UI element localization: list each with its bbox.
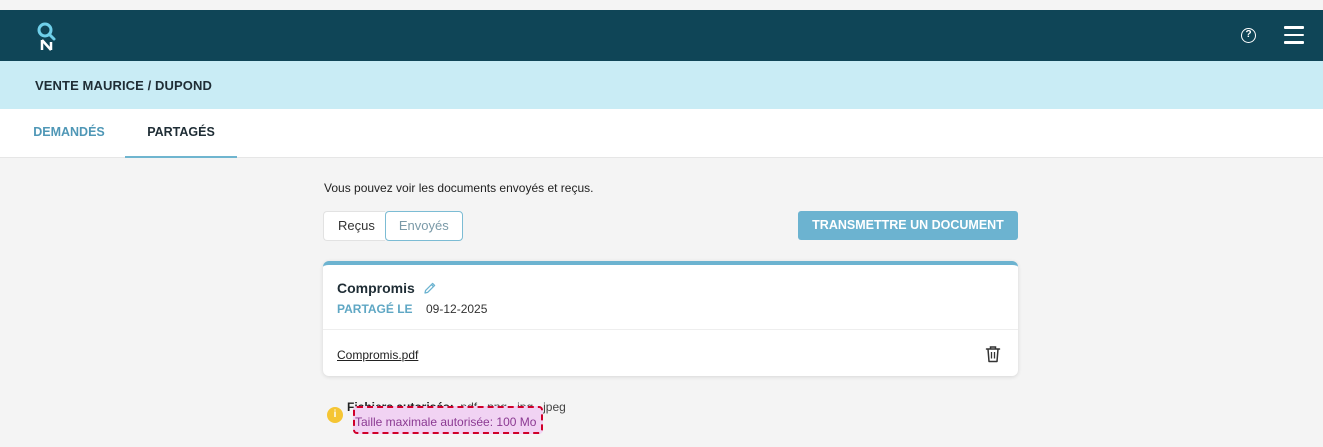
received-sent-toggle: Reçus Envoyés	[323, 211, 463, 241]
info-icon: i	[327, 407, 343, 423]
file-link[interactable]: Compromis.pdf	[337, 348, 418, 362]
tabs-bar: DEMANDÉS PARTAGÉS	[0, 109, 1323, 158]
case-title: VENTE MAURICE / DUPOND	[35, 78, 212, 93]
card-divider	[323, 329, 1018, 330]
document-title: Compromis	[337, 280, 415, 296]
logo-icon[interactable]	[36, 21, 60, 51]
max-size-label: Taille maximale autorisée:	[355, 415, 494, 429]
tab-demandes[interactable]: DEMANDÉS	[13, 109, 125, 158]
toggle-envoyes[interactable]: Envoyés	[384, 211, 463, 241]
pencil-icon[interactable]	[423, 281, 437, 295]
case-header: VENTE MAURICE / DUPOND	[0, 61, 1323, 109]
transmit-document-button[interactable]: TRANSMETTRE UN DOCUMENT	[798, 211, 1018, 240]
hamburger-menu-icon[interactable]	[1284, 26, 1304, 44]
document-card: Compromis PARTAGÉ LE 09-12-2025 Compromi…	[323, 261, 1018, 376]
help-circle-icon[interactable]: ?	[1241, 28, 1256, 43]
max-size-value: 100 Mo	[496, 415, 537, 429]
shared-on-label: PARTAGÉ LE	[337, 302, 413, 316]
toggle-recus[interactable]: Reçus	[323, 211, 385, 241]
top-navigation-bar: ?	[0, 10, 1323, 61]
shared-date: 09-12-2025	[426, 302, 488, 316]
max-size-highlight: Taille maximale autorisée: 100 Mo	[353, 406, 544, 434]
intro-text: Vous pouvez voir les documents envoyés e…	[324, 181, 594, 195]
trash-icon[interactable]	[985, 345, 1001, 363]
tab-partages[interactable]: PARTAGÉS	[125, 109, 237, 158]
